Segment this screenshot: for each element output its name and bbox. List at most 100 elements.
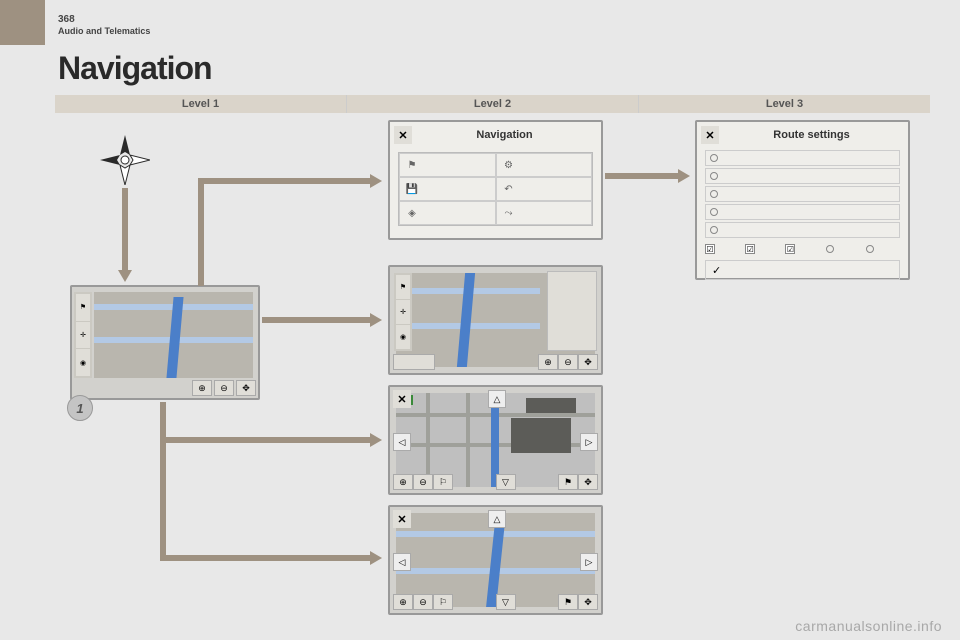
location-icon[interactable]: ◉ — [396, 325, 410, 349]
map-bottom-toolbar: ⊕ ⊖ ✥ — [393, 354, 598, 370]
nav-item-settings[interactable]: ⚙ — [496, 153, 593, 177]
radio-icon — [710, 190, 718, 198]
pan-up-button[interactable]: △ — [488, 390, 506, 408]
orient-button[interactable]: ✥ — [578, 594, 598, 610]
route-option[interactable] — [705, 150, 900, 166]
route-settings-panel: ✕ Route settings ☑ ☑ ☑ ✓ — [695, 120, 910, 280]
nav-item-return[interactable]: ↶ — [496, 177, 593, 201]
orient-button[interactable]: ✥ — [236, 380, 256, 396]
radio-icon — [866, 245, 874, 253]
radio-icon — [710, 154, 718, 162]
checkbox-icon: ☑ — [745, 244, 755, 254]
arrow-segment — [262, 317, 374, 323]
crosshair-icon[interactable]: ✛ — [396, 300, 410, 324]
arrow-head-icon — [370, 313, 382, 327]
level2-map-sidebar-screen[interactable]: ⚑ ✛ ◉ ⊕ ⊖ ✥ — [388, 265, 603, 375]
map-bottom-toolbar: ⊕ ⊖ ✥ — [74, 380, 256, 396]
pan-down-button[interactable]: ▽ — [496, 594, 516, 610]
arrow-segment — [198, 178, 373, 184]
close-button[interactable]: ✕ — [394, 126, 412, 144]
close-button[interactable]: ✕ — [393, 510, 411, 528]
crosshair-icon[interactable]: ✛ — [76, 322, 90, 349]
route-option[interactable] — [705, 222, 900, 238]
panel-title: Navigation — [412, 129, 597, 141]
compass-icon[interactable] — [100, 135, 150, 185]
flag-icon[interactable]: ⚑ — [76, 294, 90, 321]
route-icon: ⤳ — [503, 207, 515, 219]
level1-map-screen[interactable]: ⚑ ✛ ◉ ⊕ ⊖ ✥ — [70, 285, 260, 400]
level2-map-2d-screen[interactable]: ✕ △ ◁ ▷ ⊕ ⊖ ⚐ ▽ ⚑ ✥ — [388, 385, 603, 495]
info-side-panel — [547, 271, 597, 351]
arrow-head-icon — [370, 433, 382, 447]
return-icon: ↶ — [503, 183, 515, 195]
poi-icon: ◈ — [406, 207, 418, 219]
arrow-segment — [160, 402, 166, 557]
arrow-segment — [198, 178, 204, 286]
zoom-in-button[interactable]: ⊕ — [538, 354, 558, 370]
route-option[interactable] — [705, 168, 900, 184]
nav-item-save[interactable]: 💾 — [399, 177, 496, 201]
map-sidebar: ⚑ ✛ ◉ — [394, 273, 412, 351]
route-toggle[interactable]: ☑ — [785, 244, 819, 254]
navigation-menu-panel: ✕ Navigation ⚑ ⚙ 💾 ↶ ◈ ⤳ — [388, 120, 603, 240]
checkbox-icon: ☑ — [705, 244, 715, 254]
zoom-in-button[interactable]: ⊕ — [192, 380, 212, 396]
page-number: 368 — [58, 14, 75, 25]
route-option[interactable] — [705, 204, 900, 220]
arrow-head-icon — [118, 270, 132, 282]
callout-badge-1: 1 — [67, 395, 93, 421]
radio-icon — [710, 226, 718, 234]
arrow-head-icon — [678, 169, 690, 183]
route-option[interactable] — [705, 186, 900, 202]
info-bar — [393, 354, 435, 370]
zoom-out-button[interactable]: ⊖ — [413, 474, 433, 490]
section-name: Audio and Telematics — [58, 26, 150, 36]
watermark-text: carmanualsonline.info — [795, 618, 942, 634]
pan-right-button[interactable]: ▷ — [580, 433, 598, 451]
save-icon: 💾 — [406, 183, 418, 195]
poi-button[interactable]: ⚐ — [433, 594, 453, 610]
map-sidebar: ⚑ ✛ ◉ — [74, 292, 92, 378]
pan-left-button[interactable]: ◁ — [393, 553, 411, 571]
route-toggle[interactable] — [866, 245, 900, 253]
zoom-in-button[interactable]: ⊕ — [393, 594, 413, 610]
confirm-button[interactable]: ✓ — [705, 260, 900, 280]
zoom-out-button[interactable]: ⊖ — [214, 380, 234, 396]
arrow-head-icon — [370, 174, 382, 188]
arrow-segment — [122, 188, 128, 273]
route-toggle[interactable]: ☑ — [705, 244, 739, 254]
nav-item-poi[interactable]: ◈ — [399, 201, 496, 225]
close-button[interactable]: ✕ — [393, 390, 411, 408]
map-bottom-toolbar: ⊕ ⊖ ⚐ ▽ ⚑ ✥ — [393, 594, 598, 610]
close-button[interactable]: ✕ — [701, 126, 719, 144]
panel-title: Route settings — [719, 129, 904, 141]
arrow-segment — [605, 173, 680, 179]
level2-map-3d-scroll-screen[interactable]: ✕ △ ◁ ▷ ⊕ ⊖ ⚐ ▽ ⚑ ✥ — [388, 505, 603, 615]
pan-left-button[interactable]: ◁ — [393, 433, 411, 451]
flag-icon[interactable]: ⚑ — [396, 275, 410, 299]
page-title: Navigation — [58, 50, 212, 87]
radio-icon — [826, 245, 834, 253]
zoom-in-button[interactable]: ⊕ — [393, 474, 413, 490]
arrow-segment — [160, 437, 373, 443]
orient-button[interactable]: ✥ — [578, 354, 598, 370]
orient-button[interactable]: ✥ — [578, 474, 598, 490]
route-toggle[interactable]: ☑ — [745, 244, 779, 254]
flag-button[interactable]: ⚑ — [558, 474, 578, 490]
zoom-out-button[interactable]: ⊖ — [413, 594, 433, 610]
route-toggles-row: ☑ ☑ ☑ — [705, 244, 900, 254]
location-icon[interactable]: ◉ — [76, 349, 90, 376]
level1-header: Level 1 — [55, 95, 347, 113]
pan-up-button[interactable]: △ — [488, 510, 506, 528]
zoom-out-button[interactable]: ⊖ — [558, 354, 578, 370]
map-bottom-toolbar: ⊕ ⊖ ⚐ ▽ ⚑ ✥ — [393, 474, 598, 490]
pan-right-button[interactable]: ▷ — [580, 553, 598, 571]
route-toggle[interactable] — [826, 245, 860, 253]
flag-button[interactable]: ⚑ — [558, 594, 578, 610]
nav-item-destination[interactable]: ⚑ — [399, 153, 496, 177]
pan-down-button[interactable]: ▽ — [496, 474, 516, 490]
radio-icon — [710, 208, 718, 216]
nav-item-route[interactable]: ⤳ — [496, 201, 593, 225]
poi-button[interactable]: ⚐ — [433, 474, 453, 490]
checkbox-icon: ☑ — [785, 244, 795, 254]
